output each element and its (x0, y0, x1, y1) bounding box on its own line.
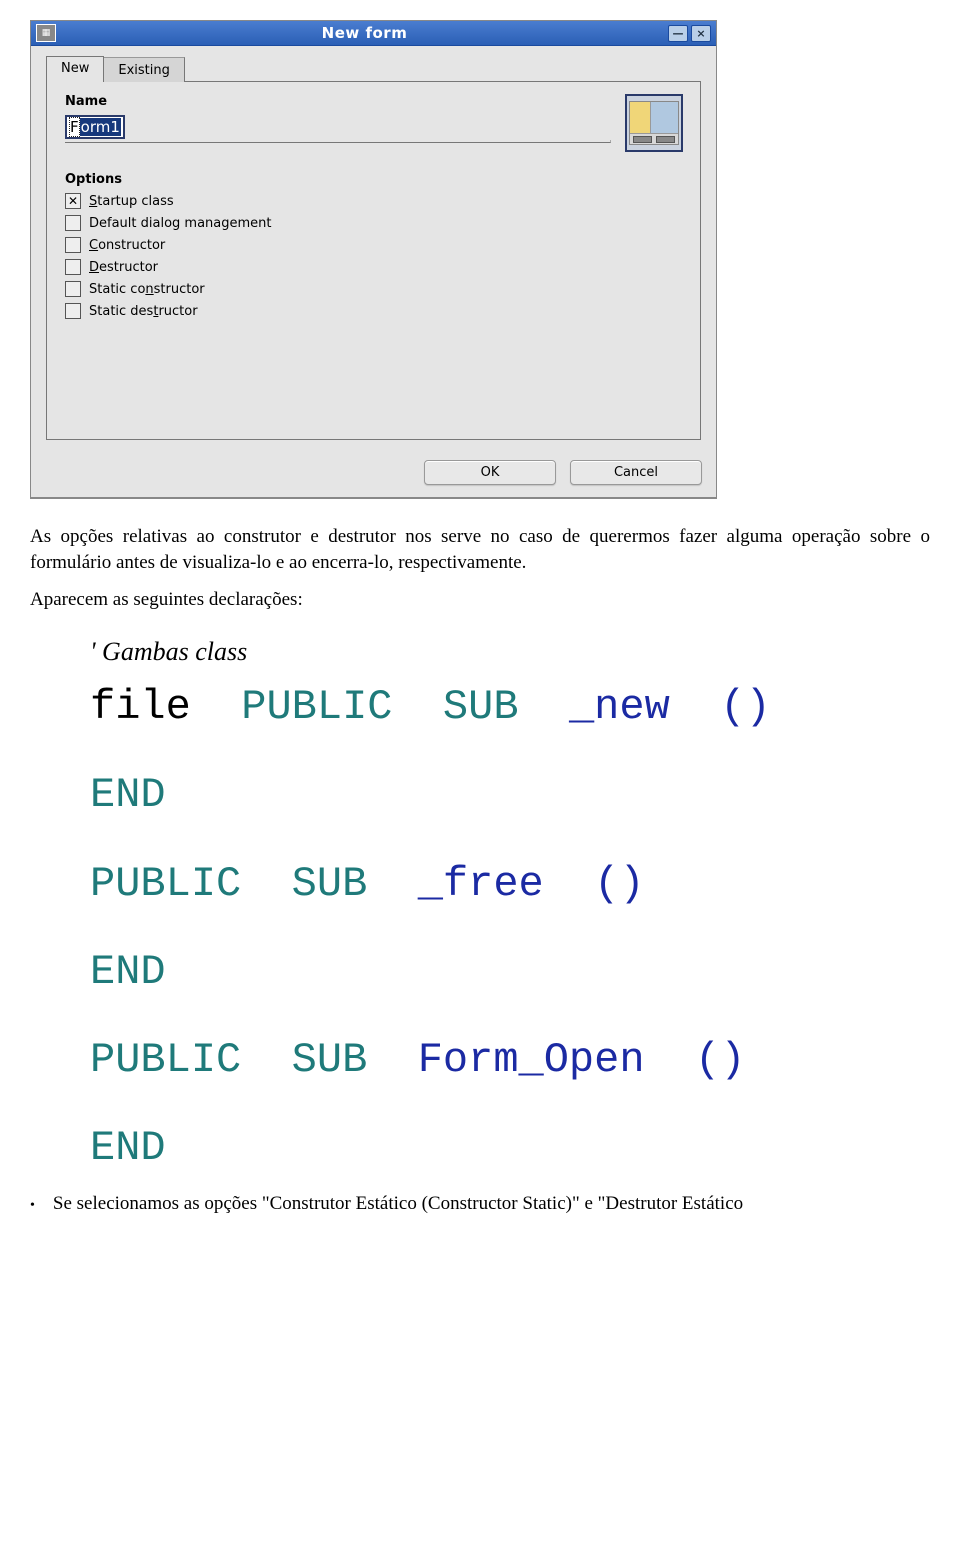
code-comment: ' Gambas class (90, 637, 930, 667)
paragraph-1: As opções relativas ao construtor e dest… (30, 524, 930, 575)
option-constructor: Constructor (65, 237, 682, 253)
code-line-end2: END (90, 948, 930, 996)
code-line-1: file PUBLIC SUB _new () (90, 683, 930, 731)
options-label: Options (65, 172, 682, 187)
bullet-dot-icon: • (30, 1198, 35, 1214)
checkbox-startup-class[interactable] (65, 193, 81, 209)
checkbox-destructor[interactable] (65, 259, 81, 275)
option-static-constructor: Static constructor (65, 281, 682, 297)
form-icon (629, 101, 679, 145)
tab-new[interactable]: New (46, 56, 104, 82)
tab-existing[interactable]: Existing (104, 57, 185, 82)
code-line-end1: END (90, 771, 930, 819)
option-destructor: Destructor (65, 259, 682, 275)
checkbox-static-constructor[interactable] (65, 281, 81, 297)
checkbox-constructor[interactable] (65, 237, 81, 253)
ok-button[interactable]: OK (424, 460, 556, 485)
code-line-2: PUBLIC SUB _free () (90, 860, 930, 908)
name-input-underline (65, 140, 611, 143)
dialog-button-row: OK Cancel (31, 450, 716, 497)
name-input[interactable]: Form1 (65, 115, 125, 139)
code-line-3: PUBLIC SUB Form_Open () (90, 1036, 930, 1084)
dialog-title: New form (64, 24, 665, 42)
option-startup-class: Startup class (65, 193, 682, 209)
form-type-icon-button[interactable] (625, 94, 683, 152)
dialog-app-icon: ▦ (36, 24, 56, 42)
checkbox-static-destructor[interactable] (65, 303, 81, 319)
option-default-dialog: Default dialog management (65, 215, 682, 231)
option-static-destructor: Static destructor (65, 303, 682, 319)
close-button[interactable]: × (691, 25, 711, 42)
name-label: Name (65, 94, 611, 109)
code-line-end3: END (90, 1124, 930, 1172)
bullet-1: • Se selecionamos as opções "Construtor … (30, 1193, 930, 1215)
minimize-button[interactable]: — (668, 25, 688, 42)
paragraph-2: Aparecem as seguintes declarações: (30, 587, 930, 613)
dialog-titlebar[interactable]: ▦ New form — × (31, 21, 716, 46)
checkbox-default-dialog[interactable] (65, 215, 81, 231)
cancel-button[interactable]: Cancel (570, 460, 702, 485)
options-list: Startup class Default dialog management … (65, 193, 682, 319)
tabs: New Existing (46, 56, 701, 82)
tab-pane-new: Name Form1 Opt (46, 81, 701, 440)
dialog-window: ▦ New form — × New Existing Name Form1 (30, 20, 717, 499)
